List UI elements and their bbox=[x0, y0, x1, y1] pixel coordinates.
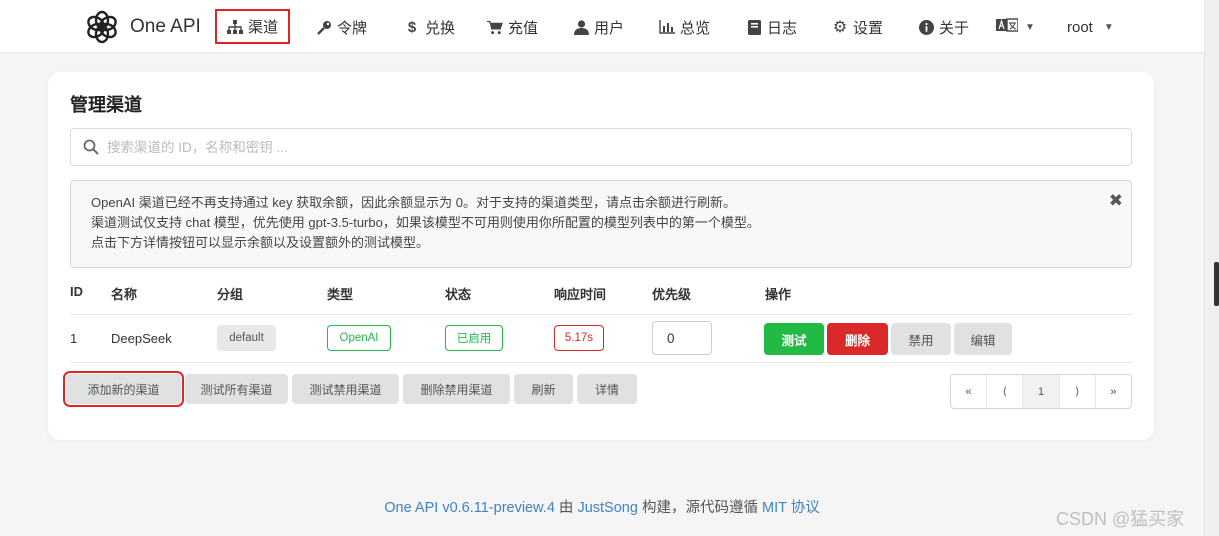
chevron-down-icon: ▼ bbox=[1025, 21, 1035, 33]
cell-id: 1 bbox=[70, 331, 78, 346]
channels-card: 管理渠道 OpenAI 渠道已经不再支持通过 key 获取余额，因此余额显示为 … bbox=[48, 72, 1154, 440]
table-divider bbox=[70, 362, 1132, 363]
close-icon[interactable]: ✖ bbox=[1109, 191, 1123, 211]
nav-item-topup[interactable]: 充值 bbox=[487, 14, 538, 40]
first-page-button[interactable]: « bbox=[951, 375, 988, 408]
prev-page-button[interactable]: ⟨ bbox=[987, 375, 1024, 408]
author-link[interactable]: JustSong bbox=[577, 500, 637, 516]
nav-item-label: 充值 bbox=[508, 19, 539, 37]
language-dropdown[interactable]: ▼ bbox=[996, 14, 1035, 40]
page-title: 管理渠道 bbox=[70, 95, 142, 115]
brand[interactable]: One API bbox=[84, 9, 201, 45]
message-line: 渠道测试仅支持 chat 模型，优先使用 gpt-3.5-turbo，如果该模型… bbox=[91, 215, 760, 230]
dollar-icon: $ bbox=[407, 18, 417, 36]
nav-item-redeem[interactable]: $ 兑换 bbox=[404, 14, 455, 40]
user-menu[interactable]: root ▼ bbox=[1067, 14, 1114, 40]
scrollbar-thumb[interactable] bbox=[1214, 262, 1219, 306]
column-header-id[interactable]: ID bbox=[70, 284, 83, 299]
details-button[interactable]: 详情 bbox=[577, 374, 637, 404]
footer: One API v0.6.11-preview.4 由 JustSong 构建，… bbox=[0, 496, 1204, 517]
delete-button[interactable]: 删除 bbox=[827, 323, 888, 355]
top-navbar: One API 渠道 令牌 $ 兑换 充值 用户 总览 日志 ⚙ 设置 关于 ▼… bbox=[0, 0, 1204, 52]
nav-item-channels[interactable]: 渠道 bbox=[214, 9, 291, 44]
page-1-button[interactable]: 1 bbox=[1023, 375, 1060, 408]
footer-text: 构建，源代码遵循 bbox=[637, 500, 762, 516]
column-header-actions: 操作 bbox=[765, 287, 792, 302]
response-time-badge[interactable]: 5.17s bbox=[554, 325, 604, 351]
brand-name: One API bbox=[130, 16, 201, 37]
column-header-response-time[interactable]: 响应时间 bbox=[554, 284, 606, 303]
type-badge: OpenAI bbox=[327, 325, 391, 351]
nav-item-label: 总览 bbox=[680, 19, 711, 37]
column-header-type[interactable]: 类型 bbox=[327, 284, 353, 303]
nav-item-label: 用户 bbox=[594, 19, 625, 37]
search-input[interactable] bbox=[107, 130, 1117, 164]
nav-item-label: 日志 bbox=[767, 19, 798, 37]
username: root bbox=[1067, 18, 1093, 36]
nav-item-users[interactable]: 用户 bbox=[573, 14, 624, 40]
footer-text: 由 bbox=[554, 500, 578, 516]
disable-button[interactable]: 禁用 bbox=[891, 323, 951, 355]
search-box bbox=[70, 128, 1132, 166]
test-disabled-channels-button[interactable]: 测试禁用渠道 bbox=[292, 374, 399, 404]
column-header-status[interactable]: 状态 bbox=[445, 284, 471, 303]
sitemap-icon bbox=[227, 19, 243, 34]
nav-item-label: 关于 bbox=[939, 19, 970, 37]
translate-icon bbox=[996, 18, 1019, 36]
gear-icon: ⚙ bbox=[832, 19, 848, 36]
column-header-priority[interactable]: 优先级 bbox=[652, 284, 691, 303]
book-icon bbox=[746, 19, 762, 35]
message-line: OpenAI 渠道已经不再支持通过 key 获取余额，因此余额显示为 0。对于支… bbox=[91, 195, 736, 210]
status-badge: 已启用 bbox=[445, 325, 503, 351]
next-page-button[interactable]: ⟩ bbox=[1060, 375, 1096, 408]
add-channel-button[interactable]: 添加新的渠道 bbox=[63, 371, 184, 407]
nav-item-label: 设置 bbox=[853, 19, 884, 37]
info-message: OpenAI 渠道已经不再支持通过 key 获取余额，因此余额显示为 0。对于支… bbox=[70, 180, 1132, 268]
openai-logo-icon bbox=[87, 10, 117, 44]
search-icon bbox=[83, 139, 99, 155]
priority-input[interactable] bbox=[652, 321, 712, 355]
last-page-button[interactable]: » bbox=[1096, 375, 1131, 408]
user-icon bbox=[573, 19, 589, 35]
chart-icon bbox=[659, 20, 675, 34]
test-all-channels-button[interactable]: 测试所有渠道 bbox=[185, 374, 288, 404]
table-divider bbox=[70, 314, 1132, 315]
column-header-group[interactable]: 分组 bbox=[217, 284, 243, 303]
test-button[interactable]: 测试 bbox=[764, 323, 824, 355]
info-icon bbox=[918, 19, 934, 35]
refresh-button[interactable]: 刷新 bbox=[514, 374, 573, 404]
cart-icon bbox=[487, 20, 503, 35]
chevron-down-icon: ▼ bbox=[1103, 21, 1114, 33]
nav-item-settings[interactable]: ⚙ 设置 bbox=[832, 14, 883, 40]
delete-disabled-channels-button[interactable]: 删除禁用渠道 bbox=[403, 374, 510, 404]
column-header-name[interactable]: 名称 bbox=[111, 284, 137, 303]
watermark: CSDN @猛买家 bbox=[1056, 509, 1185, 529]
nav-item-tokens[interactable]: 令牌 bbox=[316, 14, 367, 40]
nav-item-logs[interactable]: 日志 bbox=[746, 14, 797, 40]
nav-item-about[interactable]: 关于 bbox=[918, 14, 969, 40]
edit-button[interactable]: 编辑 bbox=[954, 323, 1012, 355]
cell-name: DeepSeek bbox=[111, 331, 172, 346]
key-icon bbox=[316, 20, 332, 35]
nav-item-label: 令牌 bbox=[337, 19, 368, 37]
message-line: 点击下方详情按钮可以显示余额以及设置额外的测试模型。 bbox=[91, 235, 430, 250]
group-badge: default bbox=[217, 325, 276, 351]
nav-item-label: 兑换 bbox=[425, 19, 456, 37]
license-link[interactable]: MIT 协议 bbox=[762, 500, 820, 516]
pagination: « ⟨ 1 ⟩ » bbox=[950, 374, 1132, 409]
version-link[interactable]: One API v0.6.11-preview.4 bbox=[384, 500, 555, 516]
nav-item-label: 渠道 bbox=[248, 19, 279, 36]
nav-item-overview[interactable]: 总览 bbox=[659, 14, 710, 40]
